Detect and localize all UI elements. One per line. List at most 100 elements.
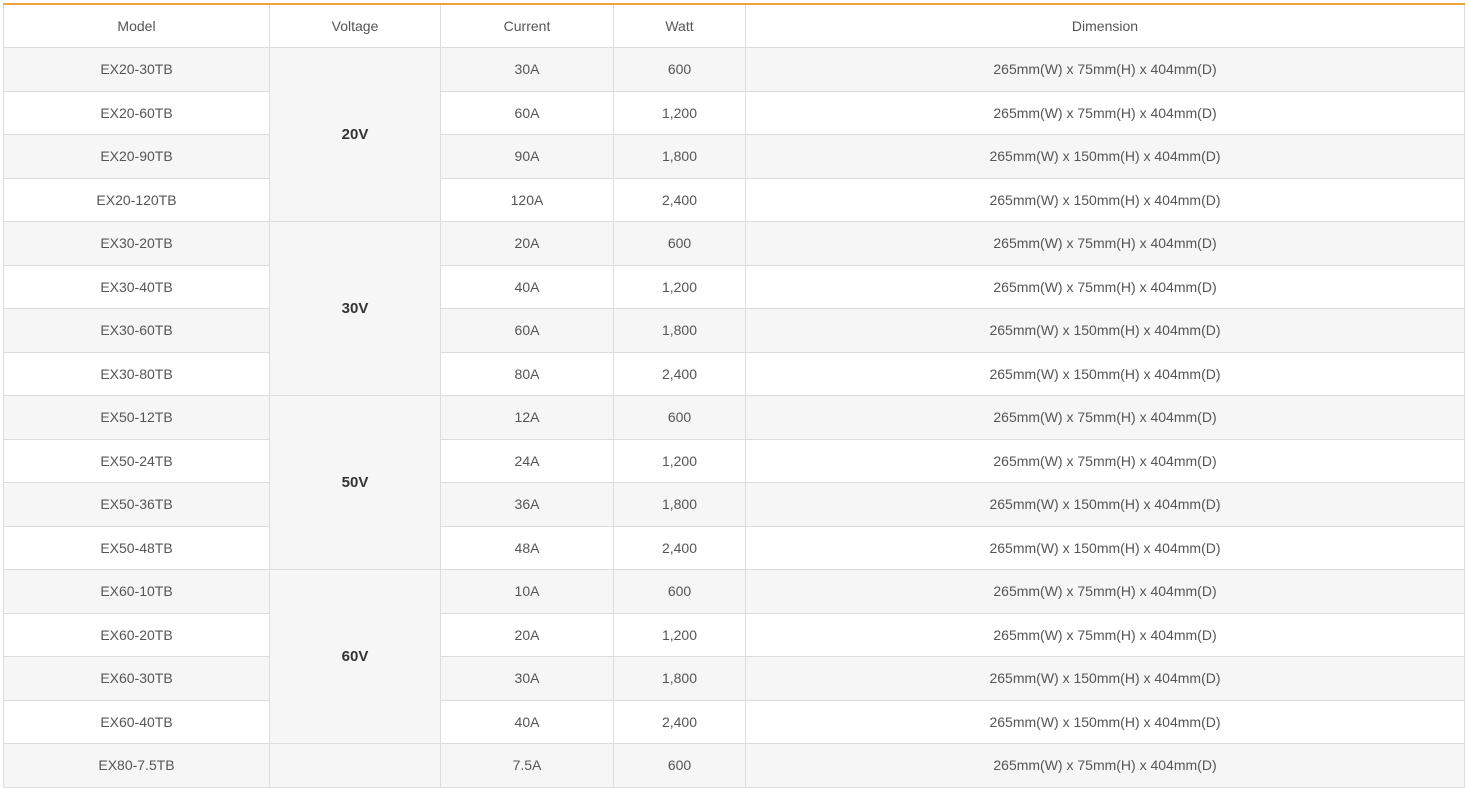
cell-model: EX30-80TB [3, 351, 270, 396]
cell-current: 60A [440, 90, 614, 135]
table-row: EX30-60TB 60A 1,800 265mm(W) x 150mm(H) x 4… [3, 308, 1465, 353]
cell-model: EX50-48TB [3, 525, 270, 570]
cell-model: EX60-20TB [3, 612, 270, 657]
table-row: EX30-80TB 80A 2,400 265mm(W) x 150mm(H) x 4… [3, 351, 1465, 396]
cell-watt: 600 [613, 743, 746, 788]
cell-model: EX30-40TB [3, 264, 270, 309]
cell-dimension: 265mm(W) x 150mm(H) x 404mm(D) [745, 482, 1465, 527]
cell-voltage: 60V [269, 569, 441, 744]
cell-dimension: 265mm(W) x 150mm(H) x 404mm(D) [745, 177, 1465, 222]
cell-watt: 1,200 [613, 264, 746, 309]
cell-voltage: 30V [269, 221, 441, 396]
table-body: EX20-30TB 20V 30A 600 265mm(W) x 75mm(H) x 4… [3, 47, 1465, 788]
cell-dimension: 265mm(W) x 75mm(H) x 404mm(D) [745, 221, 1465, 266]
cell-dimension: 265mm(W) x 150mm(H) x 404mm(D) [745, 134, 1465, 179]
cell-current: 20A [440, 221, 614, 266]
cell-watt: 2,400 [613, 699, 746, 744]
cell-model: EX20-90TB [3, 134, 270, 179]
cell-current: 48A [440, 525, 614, 570]
cell-dimension: 265mm(W) x 75mm(H) x 404mm(D) [745, 569, 1465, 614]
cell-current: 30A [440, 656, 614, 701]
cell-model: EX80-7.5TB [3, 743, 270, 788]
table-row: EX20-60TB 60A 1,200 265mm(W) x 75mm(H) x 40… [3, 90, 1465, 135]
cell-watt: 600 [613, 395, 746, 440]
cell-watt: 1,800 [613, 134, 746, 179]
table-header: Model Voltage Current Watt Dimension [3, 4, 1465, 48]
header-row: Model Voltage Current Watt Dimension [3, 4, 1465, 48]
table-row: EX60-30TB 30A 1,800 265mm(W) x 150mm(H) x 4… [3, 656, 1465, 701]
cell-current: 40A [440, 264, 614, 309]
header-voltage: Voltage [269, 4, 441, 48]
cell-watt: 600 [613, 47, 746, 92]
cell-model: EX60-40TB [3, 699, 270, 744]
cell-current: 36A [440, 482, 614, 527]
cell-dimension: 265mm(W) x 150mm(H) x 404mm(D) [745, 351, 1465, 396]
cell-current: 20A [440, 612, 614, 657]
cell-model: EX50-24TB [3, 438, 270, 483]
cell-voltage [269, 743, 441, 788]
table-row: EX50-24TB 24A 1,200 265mm(W) x 75mm(H) x 40… [3, 438, 1465, 483]
table-row: EX30-40TB 40A 1,200 265mm(W) x 75mm(H) x 40… [3, 264, 1465, 309]
cell-current: 10A [440, 569, 614, 614]
cell-dimension: 265mm(W) x 150mm(H) x 404mm(D) [745, 525, 1465, 570]
header-watt: Watt [613, 4, 746, 48]
cell-watt: 1,200 [613, 612, 746, 657]
spec-table: Model Voltage Current Watt Dimension EX2… [3, 3, 1465, 788]
cell-watt: 1,800 [613, 482, 746, 527]
header-dimension: Dimension [745, 4, 1465, 48]
table-row: EX60-20TB 20A 1,200 265mm(W) x 75mm(H) x 40… [3, 612, 1465, 657]
table-row: EX60-10TB 60V 10A 600 265mm(W) x 75mm(H) x 4… [3, 569, 1465, 744]
cell-model: EX30-60TB [3, 308, 270, 353]
cell-watt: 2,400 [613, 525, 746, 570]
cell-dimension: 265mm(W) x 75mm(H) x 404mm(D) [745, 743, 1465, 788]
cell-current: 80A [440, 351, 614, 396]
cell-dimension: 265mm(W) x 75mm(H) x 404mm(D) [745, 47, 1465, 92]
table-row: EX80-7.5TB 7.5A 600 265mm(W) x 75mm(H) x 40… [3, 743, 1465, 788]
cell-current: 12A [440, 395, 614, 440]
cell-model: EX60-10TB [3, 569, 270, 614]
cell-voltage: 20V [269, 47, 441, 222]
table-row: EX50-12TB 50V 12A 600 265mm(W) x 75mm(H) x 4… [3, 395, 1465, 570]
table-row: EX30-20TB 30V 20A 600 265mm(W) x 75mm(H) x 4… [3, 221, 1465, 396]
cell-model: EX20-60TB [3, 90, 270, 135]
cell-dimension: 265mm(W) x 75mm(H) x 404mm(D) [745, 264, 1465, 309]
cell-current: 7.5A [440, 743, 614, 788]
cell-dimension: 265mm(W) x 75mm(H) x 404mm(D) [745, 90, 1465, 135]
cell-watt: 600 [613, 221, 746, 266]
cell-watt: 1,800 [613, 656, 746, 701]
cell-dimension: 265mm(W) x 150mm(H) x 404mm(D) [745, 656, 1465, 701]
cell-model: EX50-12TB [3, 395, 270, 440]
cell-current: 40A [440, 699, 614, 744]
cell-current: 120A [440, 177, 614, 222]
cell-model: EX50-36TB [3, 482, 270, 527]
cell-voltage: 50V [269, 395, 441, 570]
cell-model: EX60-30TB [3, 656, 270, 701]
table-row: EX50-36TB 36A 1,800 265mm(W) x 150mm(H) x 4… [3, 482, 1465, 527]
cell-current: 90A [440, 134, 614, 179]
header-current: Current [440, 4, 614, 48]
cell-watt: 1,800 [613, 308, 746, 353]
cell-model: EX20-120TB [3, 177, 270, 222]
cell-dimension: 265mm(W) x 150mm(H) x 404mm(D) [745, 308, 1465, 353]
cell-dimension: 265mm(W) x 75mm(H) x 404mm(D) [745, 612, 1465, 657]
header-model: Model [3, 4, 270, 48]
table-row: EX20-120TB 120A 2,400 265mm(W) x 150mm(H) x… [3, 177, 1465, 222]
cell-watt: 600 [613, 569, 746, 614]
cell-dimension: 265mm(W) x 75mm(H) x 404mm(D) [745, 395, 1465, 440]
cell-watt: 2,400 [613, 177, 746, 222]
spec-table-container: Model Voltage Current Watt Dimension EX2… [3, 3, 1465, 788]
cell-model: EX20-30TB [3, 47, 270, 92]
table-row: EX20-30TB 20V 30A 600 265mm(W) x 75mm(H) x 4… [3, 47, 1465, 222]
cell-watt: 2,400 [613, 351, 746, 396]
cell-watt: 1,200 [613, 90, 746, 135]
cell-dimension: 265mm(W) x 75mm(H) x 404mm(D) [745, 438, 1465, 483]
cell-current: 24A [440, 438, 614, 483]
table-row: EX50-48TB 48A 2,400 265mm(W) x 150mm(H) x 4… [3, 525, 1465, 570]
table-row: EX60-40TB 40A 2,400 265mm(W) x 150mm(H) x 4… [3, 699, 1465, 744]
cell-current: 30A [440, 47, 614, 92]
table-row: EX20-90TB 90A 1,800 265mm(W) x 150mm(H) x 4… [3, 134, 1465, 179]
cell-watt: 1,200 [613, 438, 746, 483]
cell-model: EX30-20TB [3, 221, 270, 266]
cell-dimension: 265mm(W) x 150mm(H) x 404mm(D) [745, 699, 1465, 744]
cell-current: 60A [440, 308, 614, 353]
